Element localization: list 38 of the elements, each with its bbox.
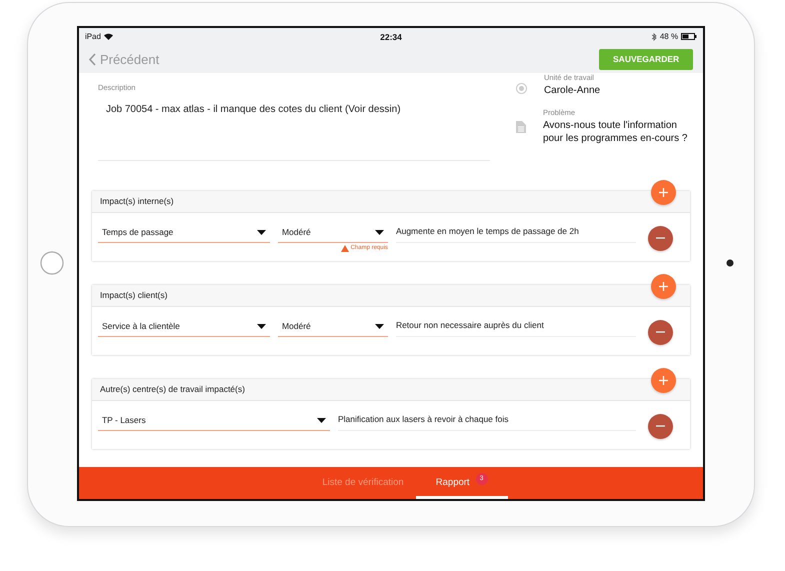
wifi-icon xyxy=(104,33,113,40)
minus-icon xyxy=(656,331,665,333)
plus-icon xyxy=(659,188,668,196)
plus-icon xyxy=(659,282,668,290)
person-icon xyxy=(516,82,527,94)
document-icon xyxy=(516,120,526,132)
minus-icon xyxy=(656,237,665,239)
text-field[interactable]: Augmente en moyen le temps de passage de 2h xyxy=(396,222,636,242)
battery-icon xyxy=(681,33,698,40)
caret-icon xyxy=(374,324,384,328)
card-title: Autre(s) centre(s) de travail impacté(s) xyxy=(92,378,690,400)
warning-icon xyxy=(340,244,349,252)
card-title: Impact(s) client(s) xyxy=(92,284,690,306)
bluetooth-icon xyxy=(652,32,657,40)
plus-icon xyxy=(659,376,668,384)
info-value: Avons-nous toute l'information pour les programmes en-cours ? xyxy=(542,118,688,144)
add-button[interactable] xyxy=(651,274,676,298)
add-button[interactable] xyxy=(651,368,676,392)
back-chevron-icon xyxy=(88,52,96,66)
clock-time: 22:34 xyxy=(380,32,402,42)
camera-icon xyxy=(726,259,734,267)
caret-icon xyxy=(316,418,326,422)
caret-icon xyxy=(256,324,266,328)
caret-icon xyxy=(374,230,384,234)
description-text: Job 70054 - max atlas - il manque des cotes du client (Voir dessin) xyxy=(106,104,402,114)
card-title: Impact(s) interne(s) xyxy=(92,190,690,212)
info-value: Carole-Anne xyxy=(544,84,602,96)
battery-percent: 48 % xyxy=(660,32,678,41)
minus-icon xyxy=(656,425,665,427)
caret-icon xyxy=(256,230,266,234)
remove-button[interactable] xyxy=(648,226,673,250)
remove-button[interactable] xyxy=(648,414,673,438)
text-field[interactable]: Retour non necessaire auprès du client xyxy=(396,316,636,336)
text-field[interactable]: Planification aux lasers à revoir à chaque fois xyxy=(338,410,636,430)
home-button-icon xyxy=(40,251,64,275)
add-button[interactable] xyxy=(651,180,676,204)
device-name: iPad xyxy=(84,32,101,41)
remove-button[interactable] xyxy=(648,320,673,344)
